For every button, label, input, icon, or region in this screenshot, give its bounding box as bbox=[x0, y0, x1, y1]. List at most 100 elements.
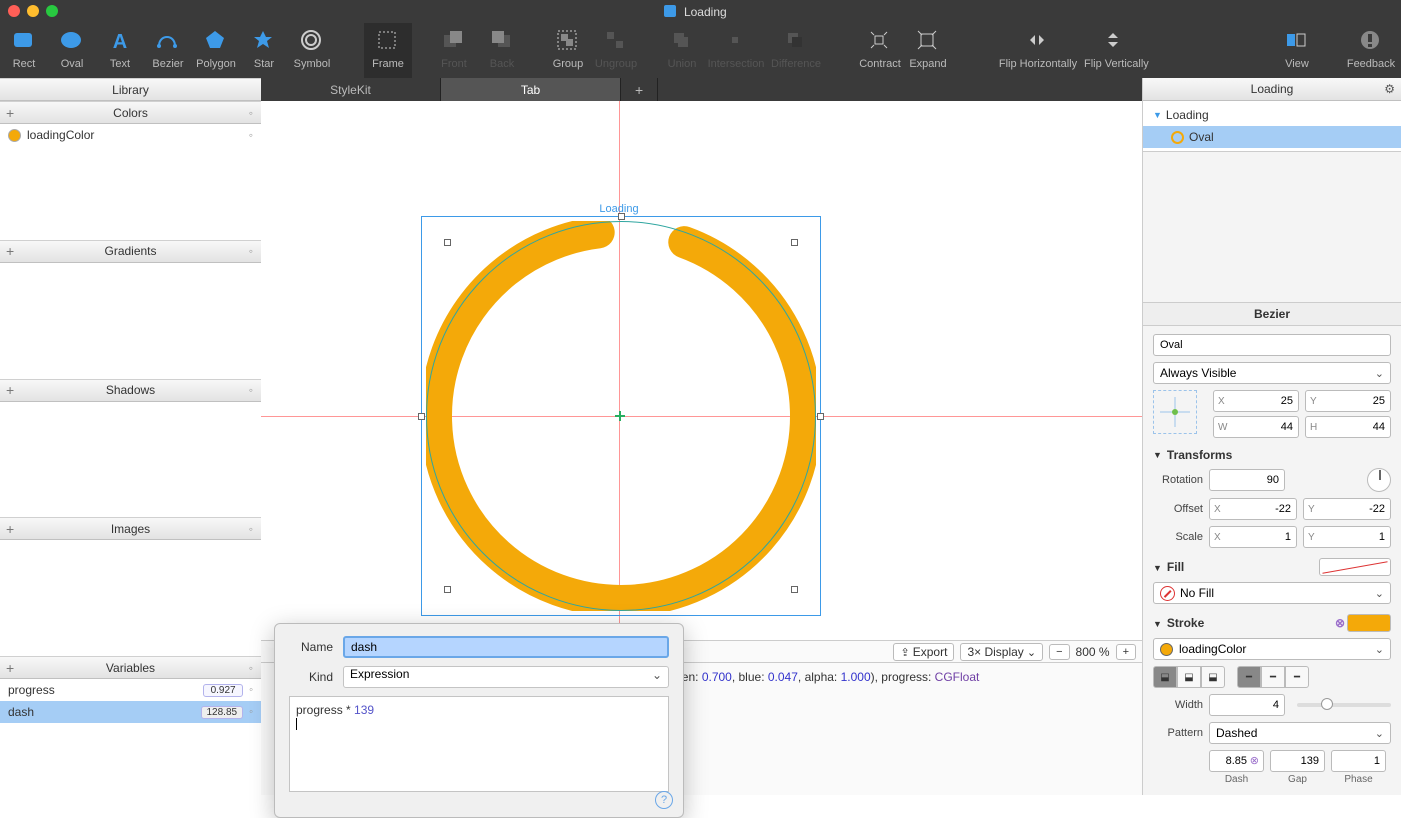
fill-select[interactable]: No Fill bbox=[1153, 582, 1391, 604]
shadows-header[interactable]: +Shadows◦ bbox=[0, 379, 261, 402]
oval-icon bbox=[1171, 131, 1184, 144]
back-tool[interactable]: Back bbox=[478, 23, 526, 78]
zoom-level: 800 % bbox=[1076, 645, 1110, 659]
variable-name-input[interactable] bbox=[343, 636, 669, 658]
tab-canvas[interactable]: Tab bbox=[441, 78, 621, 101]
display-select[interactable]: 3× Display ⌄ bbox=[960, 643, 1043, 661]
document-icon bbox=[664, 5, 676, 17]
export-button[interactable]: ⇪ Export bbox=[893, 643, 954, 661]
y-input[interactable] bbox=[1317, 395, 1390, 407]
x-input[interactable] bbox=[1225, 395, 1298, 407]
union-tool[interactable]: Union bbox=[658, 23, 706, 78]
intersect-tool[interactable]: Intersection bbox=[706, 23, 766, 78]
frame-tool[interactable]: Frame bbox=[364, 23, 412, 78]
gradients-header[interactable]: +Gradients◦ bbox=[0, 240, 261, 263]
variable-row[interactable]: progress 0.927◦ bbox=[0, 679, 261, 701]
inspector-menu-icon[interactable]: ⚙ bbox=[1384, 82, 1395, 96]
titlebar: Loading bbox=[0, 0, 1401, 22]
rotation-input[interactable] bbox=[1210, 474, 1284, 486]
variable-kind-select[interactable]: Expression bbox=[343, 666, 669, 688]
expand-tool[interactable]: Expand bbox=[904, 23, 952, 78]
left-sidebar: Library +Colors◦ loadingColor ◦ +Gradien… bbox=[0, 78, 261, 795]
symbol-tool[interactable]: Symbol bbox=[288, 23, 336, 78]
library-header: Library bbox=[0, 78, 261, 101]
outline: ▼Loading Oval bbox=[1143, 101, 1401, 152]
outline-root[interactable]: ▼Loading bbox=[1143, 104, 1401, 126]
group-tool[interactable]: Group bbox=[544, 23, 592, 78]
outline-oval[interactable]: Oval bbox=[1143, 126, 1401, 148]
line-cap-buttons[interactable]: ⬓⬓⬓ bbox=[1153, 666, 1225, 688]
color-item[interactable]: loadingColor ◦ bbox=[0, 124, 261, 146]
dash-link-icon[interactable]: ⊗ bbox=[1250, 754, 1259, 767]
colors-header[interactable]: +Colors◦ bbox=[0, 101, 261, 124]
transforms-section[interactable]: ▼Transforms bbox=[1153, 448, 1391, 462]
close-window[interactable] bbox=[8, 5, 20, 17]
gap-input[interactable] bbox=[1271, 755, 1324, 767]
text-tool[interactable]: AText bbox=[96, 23, 144, 78]
expression-input[interactable]: progress * 139 bbox=[289, 696, 669, 792]
var-name: dash bbox=[8, 705, 34, 719]
shape-name-input[interactable] bbox=[1153, 334, 1391, 356]
document-tabs: StyleKit Tab + bbox=[261, 78, 1142, 101]
variable-row-selected[interactable]: dash 128.85◦ bbox=[0, 701, 261, 723]
variables-header[interactable]: +Variables◦ bbox=[0, 656, 261, 679]
tab-add[interactable]: + bbox=[621, 78, 658, 101]
toolbar: Rect Oval AText Bezier Polygon Star Symb… bbox=[0, 22, 1401, 78]
feedback-tool[interactable]: Feedback bbox=[1341, 23, 1401, 78]
menu-dot-icon[interactable]: ◦ bbox=[249, 106, 253, 120]
bezier-tool[interactable]: Bezier bbox=[144, 23, 192, 78]
inspector: Loading⚙ ▼Loading Oval Bezier Always Vis… bbox=[1142, 78, 1401, 795]
var-value[interactable]: 0.927 bbox=[203, 684, 243, 697]
bezier-section: Bezier bbox=[1143, 302, 1401, 326]
images-header[interactable]: +Images◦ bbox=[0, 517, 261, 540]
zoom-out[interactable]: − bbox=[1049, 644, 1069, 660]
phase-input[interactable] bbox=[1332, 755, 1385, 767]
variable-editor-popover: Name Kind Expression progress * 139 ? bbox=[274, 623, 684, 818]
help-button[interactable]: ? bbox=[655, 791, 673, 809]
h-input[interactable] bbox=[1317, 421, 1390, 433]
tab-stylekit[interactable]: StyleKit bbox=[261, 78, 441, 101]
window-title: Loading bbox=[58, 4, 1333, 19]
line-join-buttons[interactable]: ━━━ bbox=[1237, 666, 1309, 688]
fill-swatch[interactable] bbox=[1319, 558, 1391, 576]
fill-section[interactable]: ▼Fill bbox=[1153, 558, 1391, 576]
flip-h-tool[interactable]: Flip Horizontally bbox=[992, 23, 1084, 78]
offset-x-input[interactable] bbox=[1221, 503, 1296, 515]
popover-name-label: Name bbox=[289, 640, 333, 654]
front-tool[interactable]: Front bbox=[430, 23, 478, 78]
color-swatch-icon bbox=[8, 129, 21, 142]
add-color-icon[interactable]: + bbox=[6, 105, 14, 121]
scale-y-input[interactable] bbox=[1315, 531, 1390, 543]
stroke-swatch[interactable] bbox=[1347, 614, 1391, 632]
zoom-in[interactable]: + bbox=[1116, 644, 1136, 660]
star-tool[interactable]: Star bbox=[240, 23, 288, 78]
stroke-link-icon[interactable]: ⊗ bbox=[1335, 616, 1345, 630]
scale-x-input[interactable] bbox=[1221, 531, 1296, 543]
view-tool[interactable]: View bbox=[1273, 23, 1321, 78]
frame-origin-control[interactable] bbox=[1153, 390, 1197, 434]
visibility-select[interactable]: Always Visible bbox=[1153, 362, 1391, 384]
offset-y-input[interactable] bbox=[1315, 503, 1390, 515]
stroke-section[interactable]: ▼Stroke⊗ bbox=[1153, 614, 1391, 632]
popover-kind-label: Kind bbox=[289, 670, 333, 684]
difference-tool[interactable]: Difference bbox=[766, 23, 826, 78]
oval-tool[interactable]: Oval bbox=[48, 23, 96, 78]
title-text: Loading bbox=[684, 5, 727, 19]
rect-tool[interactable]: Rect bbox=[0, 23, 48, 78]
no-fill-icon bbox=[1160, 586, 1175, 601]
stroke-color-select[interactable]: loadingColor bbox=[1153, 638, 1391, 660]
traffic-lights bbox=[8, 5, 58, 17]
polygon-tool[interactable]: Polygon bbox=[192, 23, 240, 78]
zoom-window[interactable] bbox=[46, 5, 58, 17]
var-value[interactable]: 128.85 bbox=[201, 706, 244, 719]
width-slider[interactable] bbox=[1297, 703, 1391, 707]
rotation-dial[interactable] bbox=[1367, 468, 1391, 492]
pattern-select[interactable]: Dashed bbox=[1209, 722, 1391, 744]
minimize-window[interactable] bbox=[27, 5, 39, 17]
ungroup-tool[interactable]: Ungroup bbox=[592, 23, 640, 78]
w-input[interactable] bbox=[1227, 421, 1298, 433]
flip-v-tool[interactable]: Flip Vertically bbox=[1084, 23, 1144, 78]
contract-tool[interactable]: Contract bbox=[856, 23, 904, 78]
inspector-header: Loading⚙ bbox=[1143, 78, 1401, 101]
stroke-width-input[interactable] bbox=[1210, 699, 1284, 711]
